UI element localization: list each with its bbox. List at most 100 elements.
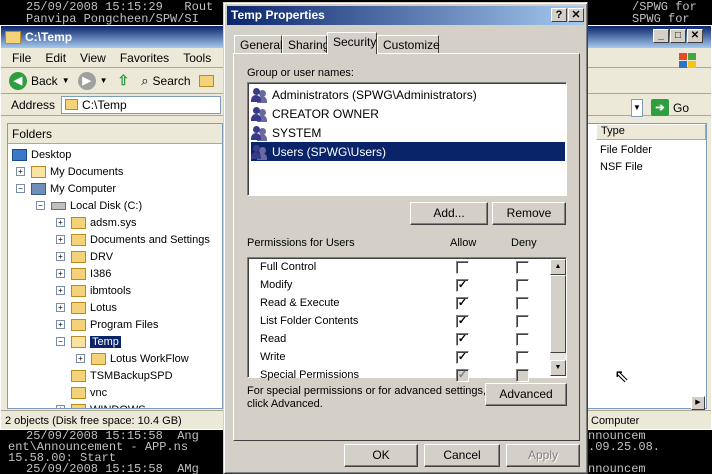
deny-checkbox[interactable]: [516, 261, 529, 274]
expand-toggle[interactable]: −: [36, 201, 45, 210]
tree-item[interactable]: + WINDOWS: [56, 401, 146, 408]
tree-item[interactable]: + ibmtools: [56, 282, 131, 299]
chevron-down-icon[interactable]: ▼: [100, 76, 108, 85]
cancel-button[interactable]: Cancel: [424, 444, 500, 467]
forward-arrow-icon[interactable]: ▶: [77, 71, 96, 90]
group-list[interactable]: Administrators (SPWG\Administrators) CREA…: [247, 82, 567, 196]
tree-item-label: vnc: [90, 386, 108, 399]
folder-icon: [71, 369, 86, 382]
help-button[interactable]: ?: [551, 8, 567, 22]
type-column-header[interactable]: Type: [596, 124, 706, 140]
tree-item[interactable]: vnc: [56, 384, 107, 401]
dialog-titlebar[interactable]: Temp Properties: [227, 6, 584, 25]
deny-checkbox[interactable]: [516, 315, 529, 328]
back-arrow-icon[interactable]: ◀: [9, 71, 27, 90]
up-folder-icon[interactable]: ⇧: [118, 72, 130, 89]
disk-icon: [51, 201, 66, 210]
expand-toggle[interactable]: +: [76, 354, 85, 363]
menu-file[interactable]: File: [12, 51, 31, 65]
deny-checkbox[interactable]: [516, 333, 529, 346]
allow-checkbox[interactable]: ✓: [456, 351, 469, 364]
permissions-scrollbar[interactable]: ▲ ▼: [550, 259, 566, 376]
allow-checkbox[interactable]: ✓: [456, 333, 469, 346]
tab-general[interactable]: General: [234, 35, 283, 54]
close-button[interactable]: ✕: [568, 8, 584, 22]
expand-toggle[interactable]: +: [56, 303, 65, 312]
allow-checkbox[interactable]: ✓: [456, 297, 469, 310]
tree-item[interactable]: + DRV: [56, 248, 113, 265]
expand-toggle[interactable]: +: [56, 218, 65, 227]
back-button[interactable]: Back: [31, 74, 58, 88]
expand-toggle[interactable]: +: [56, 405, 65, 408]
allow-checkbox[interactable]: ✓: [456, 315, 469, 328]
tab-customize[interactable]: Customize: [377, 35, 440, 54]
menu-edit[interactable]: Edit: [45, 51, 66, 65]
tab-sharing[interactable]: Sharing: [282, 35, 329, 54]
tree-item-label: My Computer: [50, 182, 117, 195]
address-dropdown[interactable]: ▼: [631, 99, 643, 117]
expand-toggle[interactable]: +: [56, 269, 65, 278]
ok-button[interactable]: OK: [344, 444, 418, 467]
folder-icon: [71, 386, 86, 399]
tree-item[interactable]: − Temp: [56, 333, 121, 350]
group-name: Administrators (SPWG\Administrators): [272, 87, 477, 102]
tree-item[interactable]: Desktop: [12, 146, 71, 163]
menu-view[interactable]: View: [80, 51, 106, 65]
expand-toggle[interactable]: +: [56, 286, 65, 295]
search-icon[interactable]: ⌕: [141, 73, 148, 89]
expand-toggle[interactable]: +: [56, 252, 65, 261]
group-list-item[interactable]: Users (SPWG\Users): [251, 142, 565, 161]
group-list-item[interactable]: SYSTEM: [251, 123, 565, 142]
tree-item-label: DRV: [90, 250, 114, 263]
allow-checkbox[interactable]: ✓: [456, 279, 469, 292]
tree-item[interactable]: + Lotus: [56, 299, 117, 316]
allow-column-header: Allow: [450, 237, 477, 249]
scroll-down-button[interactable]: ▼: [550, 360, 566, 376]
minimize-button[interactable]: _: [653, 29, 669, 43]
deny-checkbox[interactable]: [516, 279, 529, 292]
group-list-item[interactable]: Administrators (SPWG\Administrators): [251, 85, 565, 104]
allow-checkbox[interactable]: ✓: [456, 369, 469, 382]
tree-item[interactable]: TSMBackupSPD: [56, 367, 173, 384]
tree-item[interactable]: − Local Disk (C:): [36, 197, 142, 214]
go-button[interactable]: ➔ Go: [651, 99, 689, 116]
scroll-thumb[interactable]: [550, 275, 566, 353]
add-button[interactable]: Add...: [410, 202, 488, 225]
expand-toggle[interactable]: −: [56, 337, 65, 346]
tab-security[interactable]: Security: [327, 32, 377, 54]
deny-checkbox[interactable]: [516, 369, 529, 382]
tree-item[interactable]: + Program Files: [56, 316, 158, 333]
permission-row: Write ✓: [260, 349, 550, 367]
chevron-down-icon[interactable]: ▼: [62, 76, 70, 85]
remove-button[interactable]: Remove: [492, 202, 566, 225]
tree-item[interactable]: + Documents and Settings: [56, 231, 210, 248]
folders-icon[interactable]: [198, 74, 214, 87]
tree-item-label: Temp: [90, 335, 121, 348]
tree-item[interactable]: − My Computer: [16, 180, 116, 197]
close-button[interactable]: ✕: [687, 29, 703, 43]
group-list-item[interactable]: CREATOR OWNER: [251, 104, 565, 123]
search-button[interactable]: Search: [153, 74, 191, 88]
tree-item[interactable]: + adsm.sys: [56, 214, 136, 231]
tree-item[interactable]: + My Documents: [16, 163, 123, 180]
menu-tools[interactable]: Tools: [183, 51, 211, 65]
permission-name: Special Permissions: [260, 369, 360, 381]
expand-toggle[interactable]: +: [56, 235, 65, 244]
tree-item[interactable]: + I386: [56, 265, 111, 282]
deny-checkbox[interactable]: [516, 351, 529, 364]
scroll-up-button[interactable]: ▲: [550, 259, 566, 275]
address-input[interactable]: C:\Temp: [61, 95, 222, 114]
expand-toggle[interactable]: +: [16, 167, 25, 176]
tree-item-label: ibmtools: [90, 284, 131, 297]
allow-checkbox[interactable]: [456, 261, 469, 274]
expand-toggle[interactable]: −: [16, 184, 25, 193]
maximize-button[interactable]: □: [670, 29, 686, 43]
apply-button[interactable]: Apply: [506, 444, 580, 467]
scroll-right-button[interactable]: ▶: [691, 396, 705, 410]
tree-item[interactable]: + Lotus WorkFlow: [76, 350, 189, 367]
advanced-button[interactable]: Advanced: [485, 383, 567, 406]
menu-favorites[interactable]: Favorites: [120, 51, 169, 65]
deny-checkbox[interactable]: [516, 297, 529, 310]
dialog-title: Temp Properties: [231, 8, 325, 22]
expand-toggle[interactable]: +: [56, 320, 65, 329]
